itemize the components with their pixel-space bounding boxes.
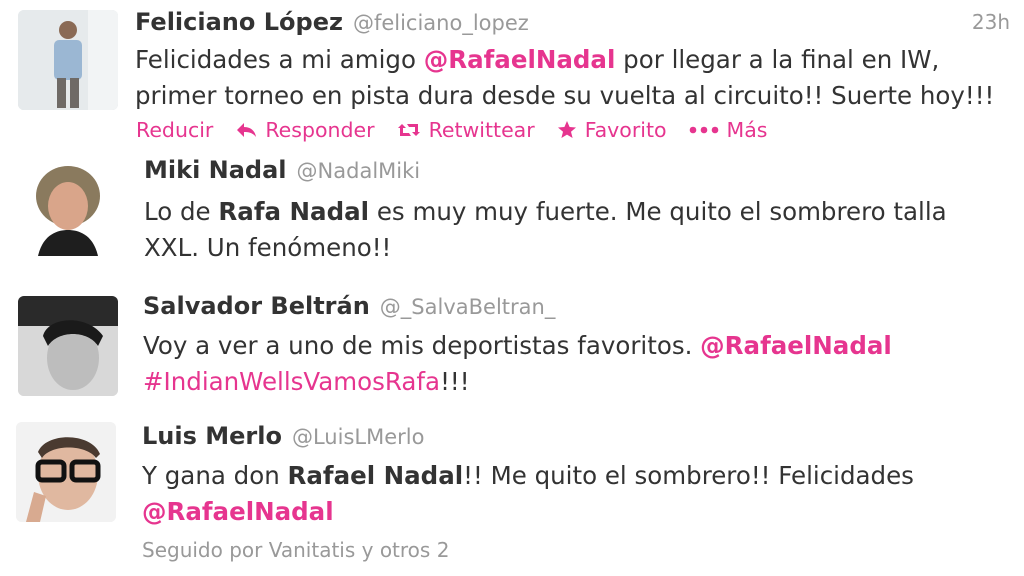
avatar-salvador[interactable]	[18, 296, 118, 396]
author-name[interactable]: Luis Merlo @LuisLMerlo	[142, 422, 424, 450]
tweet-miki[interactable]: Miki Nadal @NadalMiki Lo de Rafa Nadal es…	[0, 150, 1024, 286]
avatar-feliciano[interactable]	[18, 10, 118, 110]
hashtag-link[interactable]: #IndianWellsVamosRafa	[143, 367, 440, 396]
tweet-text: Voy a ver a uno de mis deportistas favor…	[143, 331, 892, 396]
more-button[interactable]: Más	[689, 118, 767, 142]
followed-by-text[interactable]: Seguido por Vanitatis y otros 2	[142, 538, 449, 562]
mention-link[interactable]: @RafaelNadal	[424, 45, 616, 74]
retweet-icon	[397, 124, 420, 136]
tweet-timestamp[interactable]: 23h	[972, 10, 1010, 34]
author-name[interactable]: Feliciano López @feliciano_lopez	[135, 8, 529, 36]
author-handle[interactable]: @NadalMiki	[297, 159, 421, 183]
reply-icon	[237, 123, 257, 137]
mention-link[interactable]: @RafaelNadal	[700, 331, 892, 360]
tweet-feliciano[interactable]: Feliciano López @feliciano_lopez 23h Feli…	[0, 0, 1024, 150]
tweet-text: Lo de Rafa Nadal es muy muy fuerte. Me q…	[144, 197, 947, 262]
tweet-text: Felicidades a mi amigo @RafaelNadal por …	[135, 45, 995, 110]
person-photo-icon	[18, 296, 118, 396]
more-dots-icon	[689, 126, 718, 134]
person-photo-icon	[18, 156, 118, 256]
tweet-salvador[interactable]: Salvador Beltrán @_SalvaBeltran_ Voy a ve…	[0, 286, 1024, 414]
reply-button[interactable]: Responder	[235, 118, 375, 142]
tweet-text: Y gana don Rafael Nadal!! Me quito el so…	[142, 461, 914, 526]
favorite-button[interactable]: Favorito	[557, 118, 667, 142]
author-name[interactable]: Miki Nadal @NadalMiki	[144, 156, 420, 184]
collapse-button[interactable]: Reducir	[136, 118, 213, 142]
person-photo-icon	[18, 10, 118, 110]
author-handle[interactable]: @LuisLMerlo	[292, 425, 424, 449]
star-icon	[557, 121, 576, 138]
person-photo-icon	[16, 422, 116, 522]
avatar-miki[interactable]	[18, 156, 118, 256]
author-handle[interactable]: @feliciano_lopez	[353, 11, 529, 35]
avatar-luis[interactable]	[16, 422, 116, 522]
author-name[interactable]: Salvador Beltrán @_SalvaBeltran_	[143, 292, 555, 320]
tweet-actions: Reducir Responder Retwittear Favorito Má…	[136, 118, 767, 142]
mention-link[interactable]: @RafaelNadal	[142, 497, 334, 526]
retweet-button[interactable]: Retwittear	[397, 118, 535, 142]
author-handle[interactable]: @_SalvaBeltran_	[380, 295, 556, 319]
